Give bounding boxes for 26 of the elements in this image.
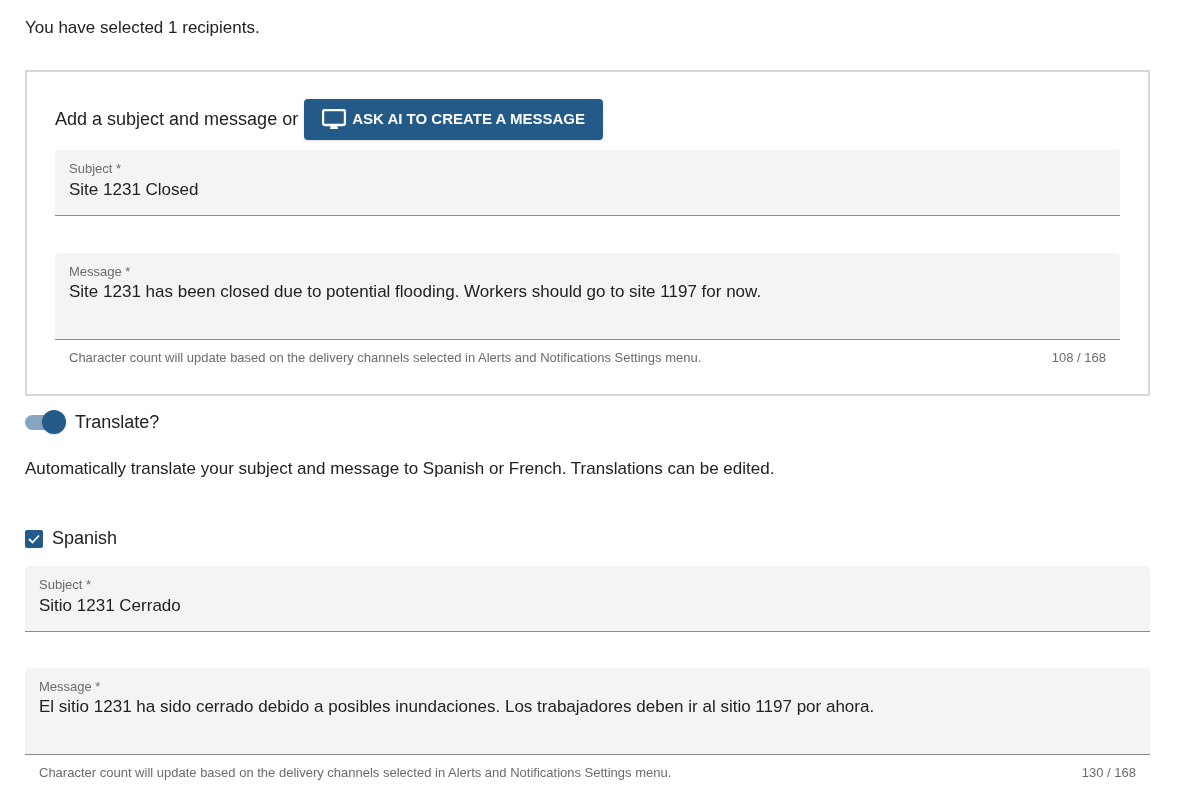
language-checkbox[interactable] [25, 529, 43, 548]
subject-input[interactable]: Sitio 1231 Cerrado [39, 594, 1136, 618]
recipients-note: You have selected 1 recipients. [25, 17, 261, 39]
check-icon [28, 533, 40, 544]
monitor-icon [322, 108, 347, 131]
message-input[interactable]: Site 1231 has been closed due to potential flooding. Workers should go to site 1197 for now. [69, 281, 1106, 325]
ask-ai-button[interactable]: ASK AI TO CREATE A MESSAGE [304, 99, 603, 140]
translate-toggle[interactable] [25, 410, 66, 434]
character-count: 108 / 168 [1051, 349, 1106, 367]
message-field[interactable]: Message * El sitio 1231 ha sido cerrado debido a posibles inundaciones. Los trabajadores deben ir al sitio 1197 por ahora. [25, 668, 1150, 755]
character-count: 130 / 168 [1081, 764, 1136, 782]
message-input[interactable]: El sitio 1231 ha sido cerrado debido a posibles inundaciones. Los trabajadores deben ir al sitio 1197 por ahora. [39, 696, 1136, 740]
helper-text: Character count will update based on the delivery channels selected in Alerts and Notifications Settings menu. [39, 764, 672, 782]
field-label: Message * [69, 263, 132, 281]
language-label: Spanish [52, 527, 118, 550]
field-label: Message * [39, 678, 102, 696]
compose-prompt: Add a subject and message or [55, 108, 299, 131]
translate-note: Automatically translate your subject and message to Spanish or French. Translations can be edited. [25, 457, 776, 480]
subject-field[interactable]: Subject * Sitio 1231 Cerrado [25, 566, 1150, 632]
message-field[interactable]: Message * Site 1231 has been closed due to potential flooding. Workers should go to site 1197 for now. [55, 253, 1120, 340]
field-label: Subject * [69, 160, 123, 178]
field-label: Subject * [39, 576, 93, 594]
helper-text: Character count will update based on the delivery channels selected in Alerts and Notifications Settings menu. [69, 349, 702, 367]
subject-field[interactable]: Subject * Site 1231 Closed [55, 150, 1120, 216]
subject-input[interactable]: Site 1231 Closed [69, 178, 1106, 202]
translate-label: Translate? [75, 410, 160, 434]
